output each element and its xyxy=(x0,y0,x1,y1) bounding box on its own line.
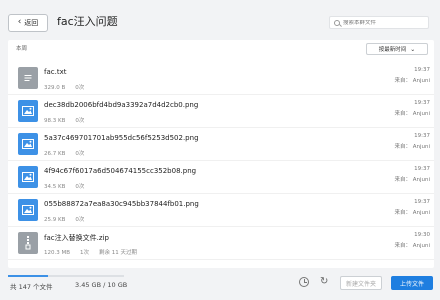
file-row[interactable]: fac.txt 329.0 B 0次 19:37 来自： Anjuni xyxy=(8,62,434,95)
upload-button[interactable]: 上传文件 xyxy=(391,276,433,290)
sort-label: 按最新时间 xyxy=(378,47,407,53)
file-meta: 120.3 MB 1次 剩余 11 天过期 xyxy=(44,248,147,256)
file-name: 055b88872a7ea8a30c945bb37844fb01.png xyxy=(44,200,199,208)
image-icon xyxy=(18,199,38,221)
document-icon xyxy=(18,67,38,89)
new-folder-button[interactable]: 新建文件夹 xyxy=(340,276,382,290)
file-name: fac注入替换文件.zip xyxy=(44,234,109,242)
file-time: 19:37 xyxy=(414,166,430,172)
section-label: 本周 xyxy=(16,46,28,52)
file-time: 19:37 xyxy=(414,67,430,73)
page-title: fac汪入问题 xyxy=(57,15,118,28)
file-count: 共 147 个文件 xyxy=(10,283,53,291)
file-meta: 329.0 B 0次 xyxy=(44,83,94,91)
search-box[interactable] xyxy=(329,16,429,29)
file-time: 19:30 xyxy=(414,232,430,238)
file-size: 329.0 B xyxy=(44,85,66,91)
file-row[interactable]: 055b88872a7ea8a30c945bb37844fb01.png 25.… xyxy=(8,194,434,227)
file-size: 26.7 KB xyxy=(44,151,66,157)
search-input[interactable] xyxy=(343,19,423,26)
file-downloads: 0次 xyxy=(75,217,85,223)
file-size: 25.9 KB xyxy=(44,217,66,223)
file-name: 5a37c469701701ab955dc56f5253d502.png xyxy=(44,134,199,142)
file-owner: 来自： Anjuni xyxy=(394,210,430,216)
file-expiry: 剩余 11 天过期 xyxy=(99,250,138,256)
image-icon xyxy=(18,100,38,122)
file-meta: 98.3 KB 0次 xyxy=(44,116,94,124)
file-downloads: 0次 xyxy=(75,151,85,157)
file-meta: 25.9 KB 0次 xyxy=(44,215,94,223)
file-time: 19:37 xyxy=(414,133,430,139)
file-meta: 26.7 KB 0次 xyxy=(44,149,94,157)
file-name: dec38db2006bfd4bd9a3392a7d4d2cb0.png xyxy=(44,101,199,109)
file-size: 120.3 MB xyxy=(44,250,71,256)
chevron-left-icon: ‹ xyxy=(17,17,22,27)
status-bar: 共 147 个文件 3.45 GB / 10 GB ↻ 新建文件夹 上传文件 xyxy=(0,268,440,300)
file-owner: 来自： Anjuni xyxy=(394,243,430,249)
file-name: fac.txt xyxy=(44,68,67,76)
file-downloads: 0次 xyxy=(75,184,85,190)
file-owner: 来自： Anjuni xyxy=(394,144,430,150)
storage-usage-fill xyxy=(8,275,49,277)
file-downloads: 0次 xyxy=(75,118,85,124)
file-size: 34.5 KB xyxy=(44,184,66,190)
chevron-down-icon: ⌄ xyxy=(410,45,416,53)
storage-usage-bar xyxy=(8,275,124,277)
history-icon[interactable] xyxy=(299,277,309,287)
search-icon xyxy=(334,19,340,26)
top-bar: ‹ 返回 fac汪入问题 xyxy=(0,0,440,40)
file-time: 19:37 xyxy=(414,199,430,205)
sort-dropdown[interactable]: 按最新时间 ⌄ xyxy=(366,43,428,55)
zip-icon xyxy=(18,232,38,254)
storage-usage-text: 3.45 GB / 10 GB xyxy=(75,281,128,289)
file-row[interactable]: fac注入替换文件.zip 120.3 MB 1次 剩余 11 天过期 19:30 … xyxy=(8,227,434,260)
list-header: 本周 按最新时间 ⌄ xyxy=(8,40,434,58)
file-owner: 来自： Anjuni xyxy=(394,78,430,84)
image-icon xyxy=(18,133,38,155)
back-button[interactable]: ‹ 返回 xyxy=(8,14,48,32)
image-icon xyxy=(18,166,38,188)
file-downloads: 0次 xyxy=(75,85,85,91)
file-row[interactable]: dec38db2006bfd4bd9a3392a7d4d2cb0.png 98.… xyxy=(8,95,434,128)
file-meta: 34.5 KB 0次 xyxy=(44,182,94,190)
file-time: 19:37 xyxy=(414,100,430,106)
file-downloads: 1次 xyxy=(80,250,90,256)
file-row[interactable]: 5a37c469701701ab955dc56f5253d502.png 26.… xyxy=(8,128,434,161)
file-owner: 来自： Anjuni xyxy=(394,111,430,117)
file-owner: 来自： Anjuni xyxy=(394,177,430,183)
file-row[interactable]: 4f94c67f6017a6d504674155cc352b08.png 34.… xyxy=(8,161,434,194)
back-button-label: 返回 xyxy=(24,19,39,27)
file-name: 4f94c67f6017a6d504674155cc352b08.png xyxy=(44,167,197,175)
file-size: 98.3 KB xyxy=(44,118,66,124)
refresh-icon[interactable]: ↻ xyxy=(320,276,328,288)
file-list-panel: 本周 按最新时间 ⌄ fac.txt 329.0 B 0次 19:37 来自： A… xyxy=(8,40,434,268)
